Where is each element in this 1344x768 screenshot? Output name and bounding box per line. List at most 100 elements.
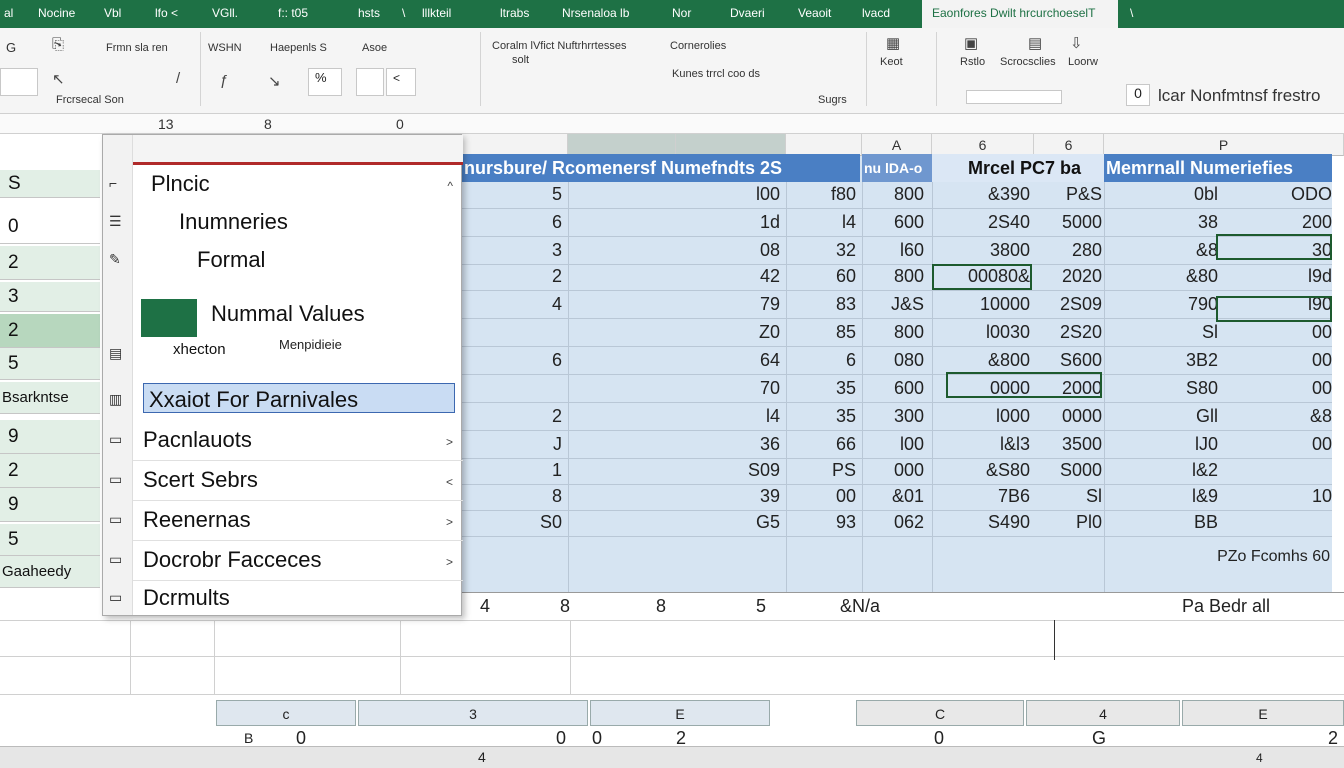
table-cell[interactable]: 000 (866, 460, 924, 481)
table-cell[interactable]: 10 (1220, 486, 1332, 507)
table-cell[interactable]: l60 (866, 240, 924, 261)
table-cell[interactable]: &S80 (938, 460, 1030, 481)
tab-9[interactable]: ltrabs (500, 6, 529, 20)
selected-cell[interactable] (1216, 234, 1332, 260)
table-cell[interactable]: 5000 (1036, 212, 1102, 233)
table-cell[interactable]: l9d (1220, 266, 1332, 287)
bottom-header[interactable]: E (590, 700, 770, 726)
table-cell[interactable]: &8 (1110, 240, 1218, 261)
table-cell[interactable]: 00 (1220, 434, 1332, 455)
table-cell[interactable]: 1 (470, 460, 562, 481)
table-cell[interactable]: 0000 (1036, 406, 1102, 427)
row-header[interactable]: 9 (0, 488, 100, 522)
table-cell[interactable]: 2S40 (938, 212, 1030, 233)
table-cell[interactable]: l&l3 (938, 434, 1030, 455)
formula-bar[interactable]: 13 8 0 (0, 114, 1344, 134)
table-cell[interactable]: Sl (1110, 322, 1218, 343)
table-cell[interactable]: 300 (866, 406, 924, 427)
bottom-header[interactable]: E (1182, 700, 1344, 726)
table-cell[interactable]: G5 (680, 512, 780, 533)
column-header[interactable] (786, 134, 862, 156)
table-cell[interactable]: &01 (866, 486, 924, 507)
column-header[interactable] (676, 134, 786, 156)
table-cell[interactable]: 6 (470, 350, 562, 371)
table-cell[interactable]: 4 (470, 294, 562, 315)
tab-10[interactable]: Nrsenaloa lb (562, 6, 629, 20)
column-header[interactable]: A (862, 134, 932, 156)
table-cell[interactable]: &8 (1220, 406, 1332, 427)
table-cell[interactable]: S09 (680, 460, 780, 481)
table-cell[interactable]: l00 (680, 184, 780, 205)
tab-7[interactable]: \ (402, 6, 405, 20)
header-cell-4[interactable]: Memrnall Numeriefies (1104, 154, 1332, 182)
table-cell[interactable]: &80 (1110, 266, 1218, 287)
bottom-header[interactable]: C (856, 700, 1024, 726)
column-header[interactable] (460, 134, 568, 156)
sort-icon[interactable]: ▤ (1028, 34, 1042, 52)
table-cell[interactable]: J&S (866, 294, 924, 315)
header-cell-1[interactable]: nursbure/ Rcomenersf Numefndts 2S (460, 154, 860, 182)
table-cell[interactable]: 70 (680, 378, 780, 399)
tab-5[interactable]: f:: t05 (278, 6, 308, 20)
table-cell[interactable]: 10000 (938, 294, 1030, 315)
table-cell[interactable]: 0bl (1110, 184, 1218, 205)
table-cell[interactable]: 66 (790, 434, 856, 455)
table-cell[interactable]: Gll (1110, 406, 1218, 427)
row-header[interactable]: 3 (0, 282, 100, 312)
bottom-cell[interactable]: B (244, 730, 253, 746)
table-cell[interactable]: 7B6 (938, 486, 1030, 507)
row-header[interactable]: 5 (0, 524, 100, 556)
table-cell[interactable]: 2 (470, 266, 562, 287)
decimal-button[interactable]: < (386, 68, 416, 96)
table-cell[interactable]: lJ0 (1110, 434, 1218, 455)
column-header[interactable]: P (1104, 134, 1344, 156)
column-header[interactable]: 6 (932, 134, 1034, 156)
tab-8[interactable]: lllkteil (422, 6, 451, 20)
tab-6[interactable]: hsts (358, 6, 380, 20)
selected-cell[interactable] (932, 264, 1032, 290)
tab-16[interactable]: \ (1130, 6, 1133, 20)
row-header[interactable]: 5 (0, 348, 100, 380)
tab-2[interactable]: Vbl (104, 6, 121, 20)
table-cell[interactable]: BB (1110, 512, 1218, 533)
row-header[interactable]: 2 (0, 454, 100, 488)
table-cell[interactable]: 3500 (1036, 434, 1102, 455)
table-cell[interactable]: l&9 (1110, 486, 1218, 507)
table-cell[interactable]: S0 (470, 512, 562, 533)
table-cell[interactable]: 2S09 (1036, 294, 1102, 315)
table-cell[interactable]: 00 (1220, 322, 1332, 343)
table-cell[interactable]: J (470, 434, 562, 455)
table-cell[interactable]: 85 (790, 322, 856, 343)
table-cell[interactable]: PS (790, 460, 856, 481)
table-cell[interactable]: 062 (866, 512, 924, 533)
table-cell[interactable]: 2 (470, 406, 562, 427)
context-menu[interactable]: ⌐ Plncic ^ ☰ Inumneries ✎ Formal Nummal Values ▤… (102, 134, 463, 619)
row-header[interactable]: Bsarkntse (0, 382, 100, 414)
table-cell[interactable]: 600 (866, 212, 924, 233)
table-cell[interactable]: 800 (866, 266, 924, 287)
insert-icon[interactable]: ▦ (886, 34, 900, 52)
tab-14[interactable]: lvacd (862, 6, 890, 20)
name-box[interactable]: 0 (1126, 84, 1150, 106)
table-cell[interactable]: Pl0 (1036, 512, 1102, 533)
row-header[interactable]: 2 (0, 246, 100, 280)
table-cell[interactable]: l0030 (938, 322, 1030, 343)
table-cell[interactable]: l&2 (1110, 460, 1218, 481)
table-cell[interactable]: S000 (1036, 460, 1102, 481)
table-cell[interactable]: f80 (790, 184, 856, 205)
column-header[interactable]: 6 (1034, 134, 1104, 156)
tab-1[interactable]: Nocine (38, 6, 75, 20)
comma-button[interactable] (356, 68, 384, 96)
table-cell[interactable]: 93 (790, 512, 856, 533)
table-cell[interactable]: 790 (1110, 294, 1218, 315)
selected-cell[interactable] (1216, 296, 1332, 322)
bottom-header[interactable]: c (216, 700, 356, 726)
table-cell[interactable]: P&S (1036, 184, 1102, 205)
table-cell[interactable]: S600 (1036, 350, 1102, 371)
table-cell[interactable]: Sl (1036, 486, 1102, 507)
table-cell[interactable]: 79 (680, 294, 780, 315)
table-cell[interactable]: 00 (1220, 378, 1332, 399)
row-header[interactable]: S (0, 170, 100, 198)
menu-item[interactable] (133, 243, 463, 281)
table-cell[interactable]: 3 (470, 240, 562, 261)
